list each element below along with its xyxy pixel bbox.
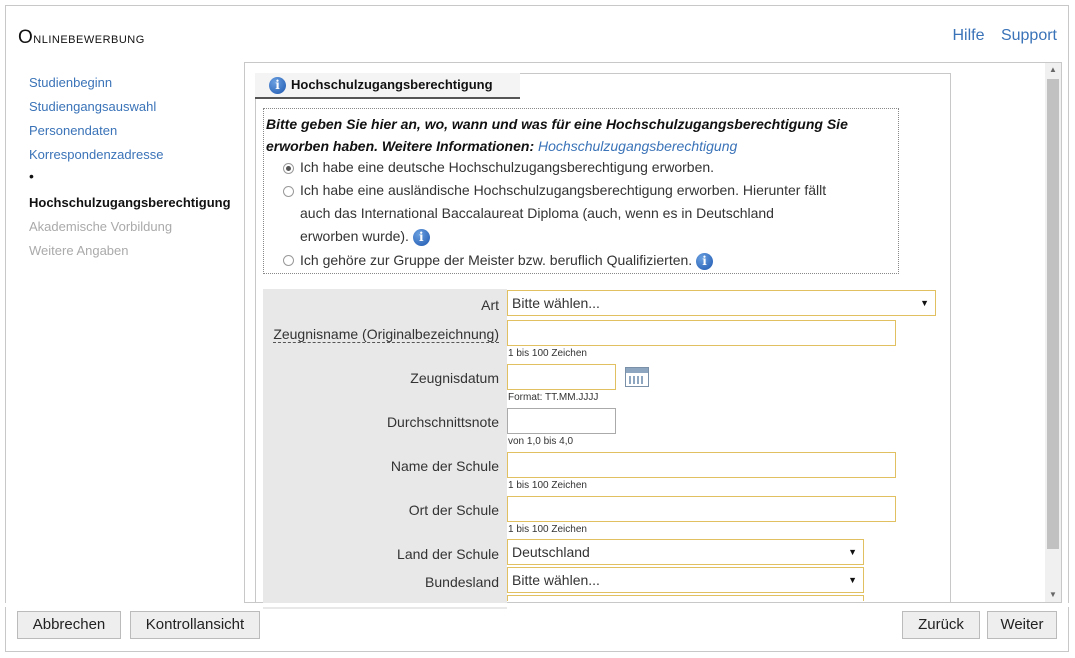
option-meister-label-text: Ich gehöre zur Gruppe der Meister bzw. b… xyxy=(300,252,693,268)
schulort-hint: 1 bis 100 Zeichen xyxy=(508,524,587,535)
art-select[interactable]: Bitte wählen... xyxy=(507,290,936,316)
durchschnittsnote-input[interactable] xyxy=(507,408,616,434)
cancel-button[interactable]: Abbrechen xyxy=(17,611,121,639)
support-link[interactable]: Support xyxy=(1001,27,1057,44)
tab-hochschulzugangsberechtigung[interactable]: i Hochschulzugangsberechtigung xyxy=(255,73,520,99)
scrollbar-thumb[interactable] xyxy=(1047,79,1059,549)
option-foreign-hzb-label-3[interactable]: erworben wurde). i xyxy=(300,225,430,248)
zeugnisname-label: Zeugnisname (Originalbezeichnung) xyxy=(273,326,499,343)
schulort-label: Ort der Schule xyxy=(408,502,499,518)
back-button[interactable]: Zurück xyxy=(902,611,980,639)
option-foreign-hzb-label-1[interactable]: Ich habe eine ausländische Hochschulzuga… xyxy=(300,179,826,202)
nav-item-studienbeginn[interactable]: Studienbeginn xyxy=(29,75,112,90)
question-text: Bitte geben Sie hier an, wo, wann und wa… xyxy=(266,113,896,157)
option-meister-label[interactable]: Ich gehöre zur Gruppe der Meister bzw. b… xyxy=(300,249,714,272)
bundesland-select[interactable]: Bitte wählen... xyxy=(507,567,864,593)
info-icon[interactable]: i xyxy=(696,252,714,270)
option-german-hzb-label[interactable]: Ich habe eine deutsche Hochschulzugangsb… xyxy=(300,156,714,179)
nav-item-akademische-vorbildung: Akademische Vorbildung xyxy=(29,219,173,234)
step-navigation: Studienbeginn Studiengangsauswahl Person… xyxy=(29,74,231,266)
zeugnisdatum-input[interactable] xyxy=(507,364,616,390)
vertical-scrollbar[interactable]: ▲ ▼ xyxy=(1045,63,1061,602)
nav-item-korrespondenzadresse[interactable]: Korrespondenzadresse xyxy=(29,147,163,162)
durchschnittsnote-hint: von 1,0 bis 4,0 xyxy=(508,436,574,447)
top-links: Hilfe Support xyxy=(940,27,1057,45)
scroll-down-arrow-icon[interactable]: ▼ xyxy=(1045,588,1061,602)
nav-item-studiengangsauswahl[interactable]: Studiengangsauswahl xyxy=(29,99,156,114)
option-foreign-hzb-label-2[interactable]: auch das International Baccalaureat Dipl… xyxy=(300,202,774,225)
tab-label: Hochschulzugangsberechtigung xyxy=(291,77,493,92)
bundesland-select-value: Bitte wählen... xyxy=(512,572,600,588)
durchschnittsnote-label: Durchschnittsnote xyxy=(386,414,499,430)
art-select-value: Bitte wählen... xyxy=(512,295,600,311)
calendar-icon[interactable] xyxy=(625,367,649,387)
land-label: Land der Schule xyxy=(397,546,499,562)
help-link[interactable]: Hilfe xyxy=(952,27,984,44)
radio-meister-qualified[interactable] xyxy=(283,255,294,266)
content-bottom-mask xyxy=(0,603,1075,607)
schulname-label: Name der Schule xyxy=(390,458,499,474)
zeugnisname-hint: 1 bis 100 Zeichen xyxy=(508,348,587,359)
art-label: Art xyxy=(481,297,499,313)
hzb-type-question: Bitte geben Sie hier an, wo, wann und wa… xyxy=(263,108,899,274)
next-button[interactable]: Weiter xyxy=(987,611,1057,639)
land-select[interactable]: Deutschland xyxy=(507,539,864,565)
app-title-rest: nlinebewerbung xyxy=(33,30,145,47)
nav-item-weitere-angaben: Weitere Angaben xyxy=(29,243,129,258)
zeugnisdatum-label: Zeugnisdatum xyxy=(410,370,499,386)
more-info-link[interactable]: Hochschulzugangsberechtigung xyxy=(538,138,737,154)
option-foreign-hzb-label-3-text: erworben wurde). xyxy=(300,228,409,244)
schulname-hint: 1 bis 100 Zeichen xyxy=(508,480,587,491)
bundesland-label: Bundesland xyxy=(425,574,499,590)
land-select-value: Deutschland xyxy=(512,544,590,560)
schulort-input[interactable] xyxy=(507,496,896,522)
nav-item-hochschulzugangsberechtigung: Hochschulzugangsberechtigung xyxy=(29,195,231,210)
next-field-partial[interactable] xyxy=(507,595,864,601)
radio-german-hzb[interactable] xyxy=(283,163,294,174)
review-button[interactable]: Kontrollansicht xyxy=(130,611,260,639)
info-icon[interactable]: i xyxy=(412,228,430,246)
radio-foreign-hzb[interactable] xyxy=(283,186,294,197)
scroll-up-arrow-icon[interactable]: ▲ xyxy=(1045,63,1061,77)
zeugnisname-input[interactable] xyxy=(507,320,896,346)
info-icon: i xyxy=(269,77,286,94)
app-title: Onlinebewerbung xyxy=(18,27,145,49)
schulname-input[interactable] xyxy=(507,452,896,478)
nav-bullet: • xyxy=(29,168,34,184)
nav-item-personendaten[interactable]: Personendaten xyxy=(29,123,117,138)
app-title-initial: O xyxy=(18,27,34,48)
zeugnisdatum-hint: Format: TT.MM.JJJJ xyxy=(508,392,599,403)
